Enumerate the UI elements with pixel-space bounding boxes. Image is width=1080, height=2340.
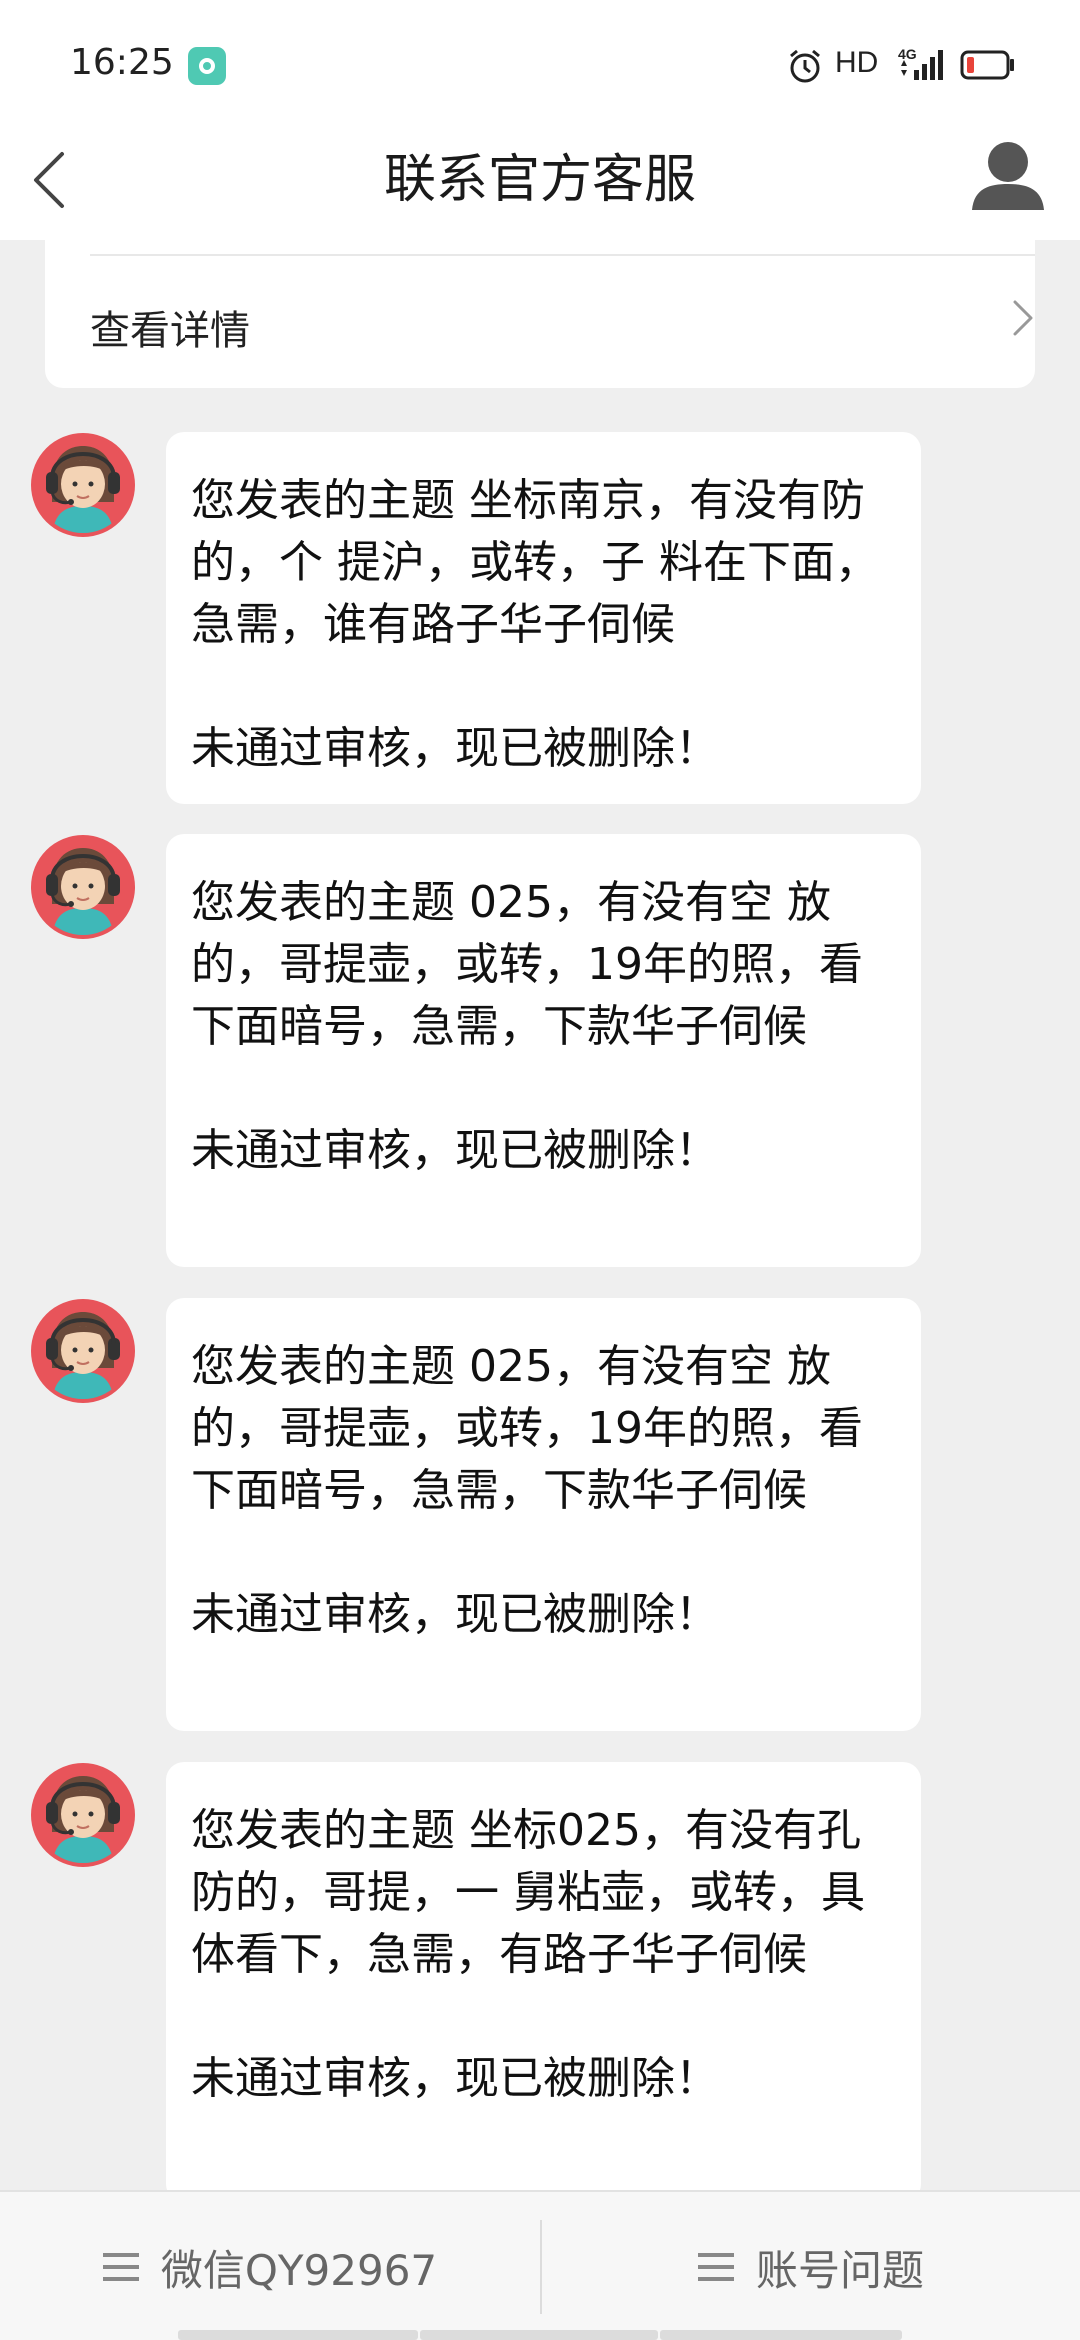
- bottom-menu-bar: 微信QY92967 账号问题: [0, 2190, 1080, 2340]
- header: 联系官方客服: [0, 120, 1080, 240]
- wechat-menu-label: 微信QY92967: [160, 2245, 438, 2295]
- signal-icon: [901, 50, 943, 80]
- message-bubble: 您发表的主题 025，有没有空 放的，哥提壶，或转，19年的照，看下面暗号，急需…: [166, 1298, 921, 1731]
- message-status: 未通过审核，现已被删除！: [191, 723, 719, 774]
- chevron-right-icon: [1013, 300, 1033, 336]
- message-status: 未通过审核，现已被删除！: [191, 1589, 719, 1640]
- alarm-icon: [790, 49, 820, 83]
- divider: [90, 254, 1035, 256]
- nav-indicator: [178, 2330, 418, 2340]
- account-issue-menu-label: 账号问题: [755, 2245, 924, 2295]
- hd-indicator: HD: [835, 46, 879, 79]
- message-bubble: 您发表的主题 坐标南京，有没有防的，个 提沪，或转，子 料在下面，急需，谁有路子…: [166, 432, 921, 804]
- message-status: 未通过审核，现已被删除！: [191, 1125, 719, 1176]
- page-title: 联系官方客服: [383, 150, 696, 210]
- account-issue-menu-button[interactable]: 账号问题: [542, 2192, 1080, 2340]
- person-icon: [972, 142, 1044, 210]
- message-text: 您发表的主题 025，有没有空 放的，哥提壶，或转，19年的照，看下面暗号，急需…: [191, 877, 863, 1052]
- message-text: 您发表的主题 坐标南京，有没有防的，个 提沪，或转，子 料在下面，急需，谁有路子…: [191, 475, 879, 650]
- support-agent-avatar-icon: [31, 1763, 135, 1867]
- menu-icon: [102, 2253, 139, 2281]
- message-bubble: 您发表的主题 坐标025，有没有孔 防的，哥提，一 舅粘壶，或转，具体看下，急需…: [166, 1762, 921, 2202]
- message-text: 您发表的主题 025，有没有空 放的，哥提壶，或转，19年的照，看下面暗号，急需…: [191, 1341, 863, 1516]
- detail-card[interactable]: 查看详情: [45, 240, 1035, 388]
- message-status: 未通过审核，现已被删除！: [191, 2053, 719, 2104]
- message-text: 您发表的主题 坐标025，有没有孔 防的，哥提，一 舅粘壶，或转，具体看下，急需…: [191, 1805, 875, 1980]
- view-details-link[interactable]: 查看详情: [90, 298, 250, 356]
- wechat-menu-button[interactable]: 微信QY92967: [0, 2192, 540, 2340]
- notification-app-icon: [188, 47, 226, 85]
- support-agent-avatar-icon: [31, 433, 135, 537]
- support-agent-avatar-icon: [31, 835, 135, 939]
- nav-indicator: [420, 2330, 658, 2340]
- battery-low-icon: [960, 50, 1014, 80]
- message-bubble: 您发表的主题 025，有没有空 放的，哥提壶，或转，19年的照，看下面暗号，急需…: [166, 834, 921, 1267]
- screen: 16:25 HD 4G 联系官方客服 查看详情 您发表的主题 坐标南京，有没有防…: [0, 0, 1080, 2340]
- menu-icon: [697, 2253, 734, 2281]
- profile-button[interactable]: [962, 128, 1052, 228]
- status-bar: 16:25 HD 4G: [0, 0, 1080, 120]
- nav-indicator: [660, 2330, 902, 2340]
- status-time: 16:25: [70, 42, 174, 83]
- support-agent-avatar-icon: [31, 1299, 135, 1403]
